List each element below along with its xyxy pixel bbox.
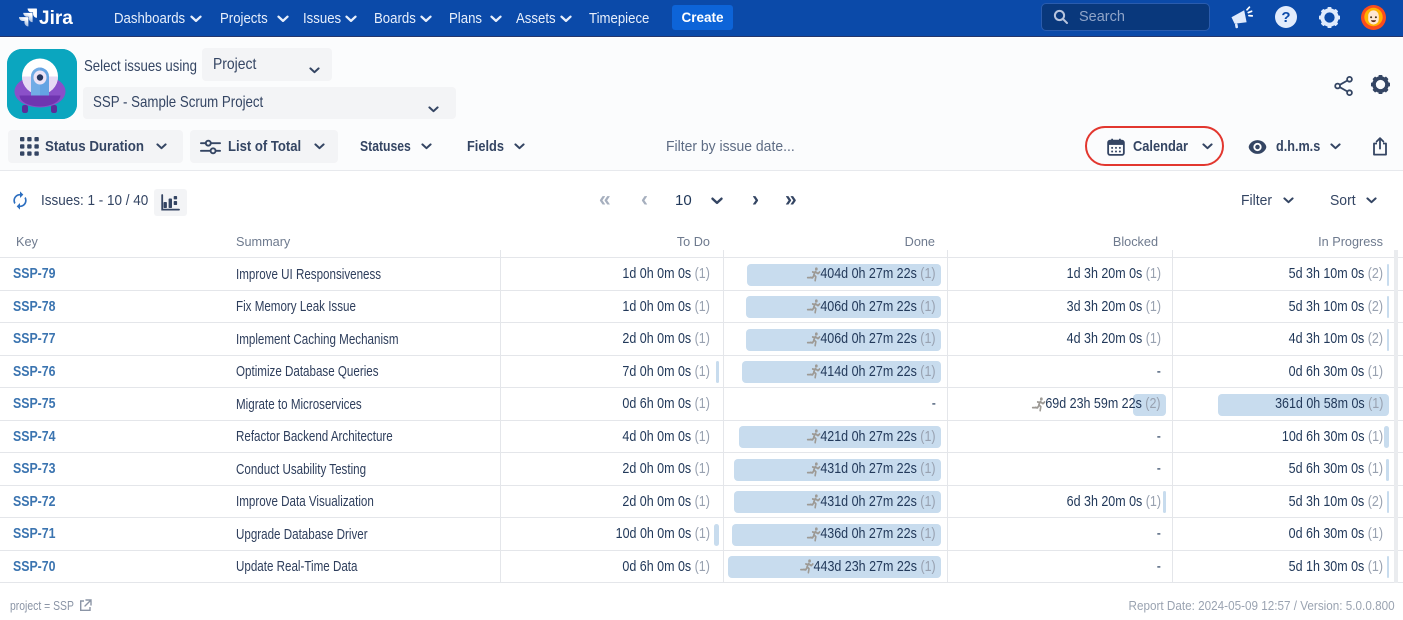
- svg-text:?: ?: [1281, 9, 1290, 26]
